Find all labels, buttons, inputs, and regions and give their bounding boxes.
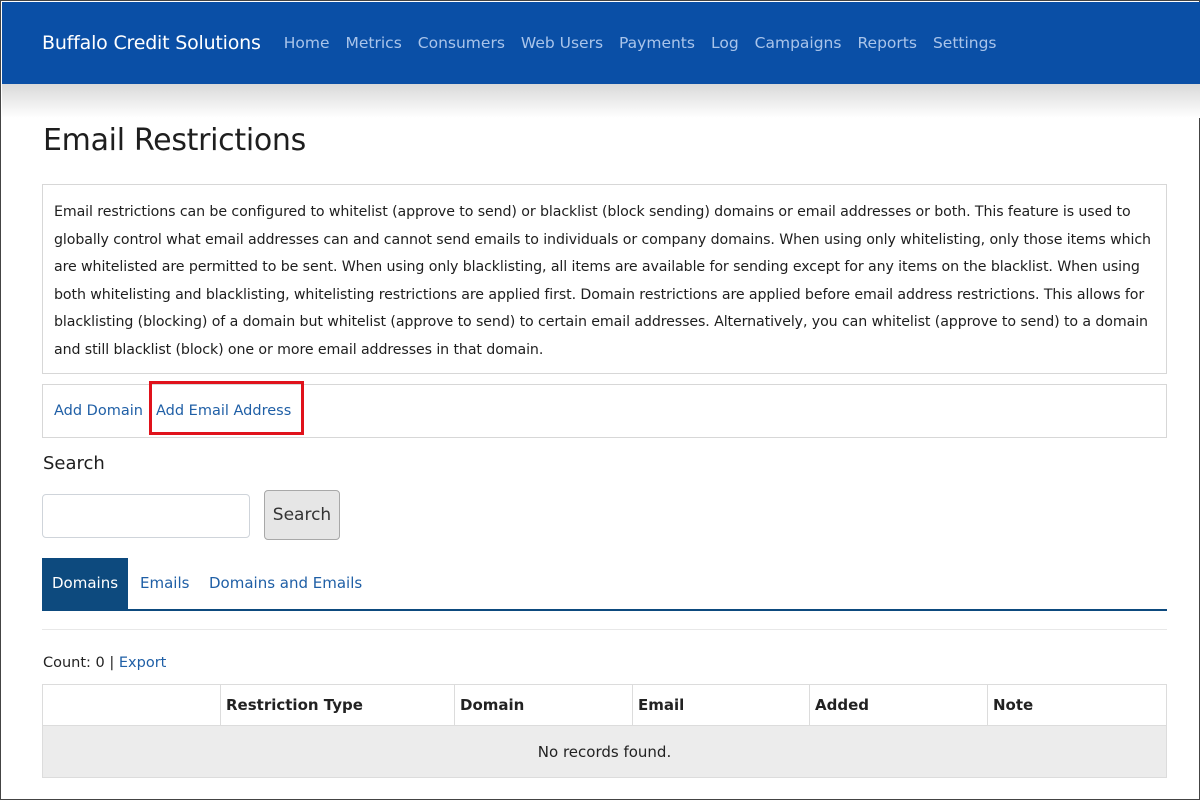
column-header-restriction-type[interactable]: Restriction Type: [220, 684, 455, 726]
navbar-shadow: [2, 84, 1200, 118]
column-header-domain[interactable]: Domain: [454, 684, 633, 726]
count-text: Count: 0: [43, 655, 105, 671]
tab-domains-and-emails[interactable]: Domains and Emails: [209, 558, 362, 609]
table-header-row: Restriction Type Domain Email Added Note: [42, 684, 1167, 726]
page-title: Email Restrictions: [43, 123, 306, 158]
nav-item-consumers[interactable]: Consumers: [418, 34, 505, 52]
table-row: No records found.: [42, 725, 1167, 778]
restrictions-table: Restriction Type Domain Email Added Note…: [42, 684, 1167, 778]
export-link[interactable]: Export: [119, 655, 166, 671]
add-domain-link[interactable]: Add Domain: [54, 403, 143, 419]
nav-item-web-users[interactable]: Web Users: [521, 34, 603, 52]
nav-item-payments[interactable]: Payments: [619, 34, 695, 52]
empty-message: No records found.: [42, 725, 1167, 778]
column-header-note[interactable]: Note: [987, 684, 1167, 726]
nav-item-settings[interactable]: Settings: [933, 34, 997, 52]
nav-item-home[interactable]: Home: [284, 34, 330, 52]
column-header-added[interactable]: Added: [809, 684, 988, 726]
divider: [42, 629, 1167, 630]
description-text: Email restrictions can be configured to …: [54, 204, 1151, 358]
tab-domains[interactable]: Domains: [42, 558, 129, 609]
nav-item-reports[interactable]: Reports: [857, 34, 916, 52]
count-separator: |: [104, 655, 119, 671]
brand-logo[interactable]: Buffalo Credit Solutions: [42, 32, 261, 54]
results-count: Count: 0 | Export: [43, 655, 166, 671]
tab-emails[interactable]: Emails: [140, 558, 189, 609]
search-input[interactable]: [42, 494, 250, 538]
column-header-email[interactable]: Email: [632, 684, 810, 726]
nav-item-metrics[interactable]: Metrics: [346, 34, 402, 52]
top-navbar: Buffalo Credit Solutions Home Metrics Co…: [2, 2, 1200, 84]
app-frame: Buffalo Credit Solutions Home Metrics Co…: [0, 0, 1200, 800]
column-header-select: [42, 684, 221, 726]
description-panel: Email restrictions can be configured to …: [42, 184, 1167, 374]
nav-item-campaigns[interactable]: Campaigns: [755, 34, 842, 52]
search-label: Search: [43, 453, 105, 474]
add-email-address-link[interactable]: Add Email Address: [156, 403, 291, 419]
search-button[interactable]: Search: [264, 490, 340, 540]
nav-item-log[interactable]: Log: [711, 34, 739, 52]
tab-bar: Domains Emails Domains and Emails: [42, 558, 1167, 611]
action-bar: Add Domain Add Email Address: [42, 381, 1167, 438]
